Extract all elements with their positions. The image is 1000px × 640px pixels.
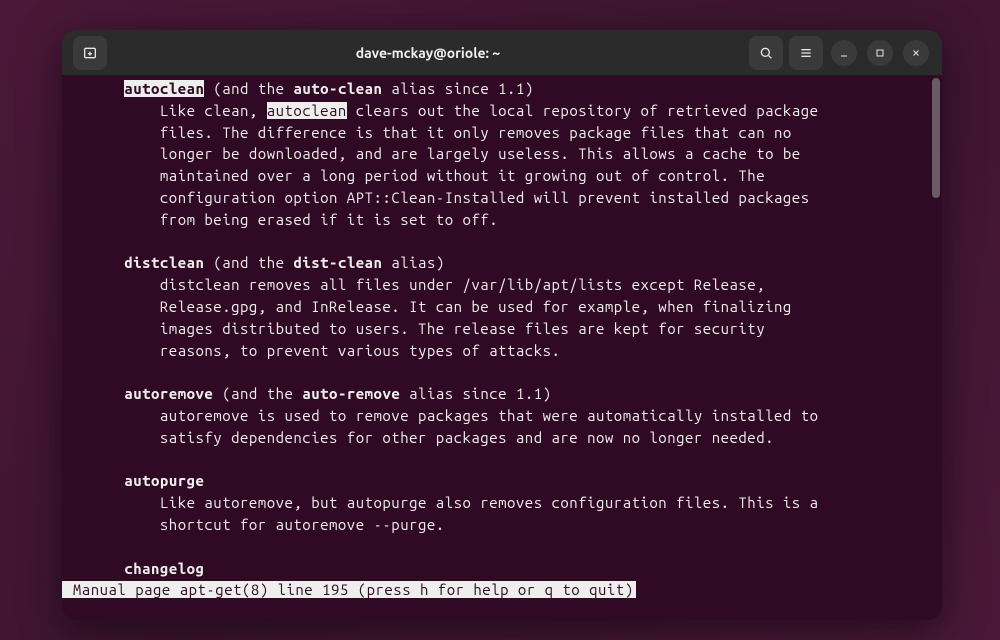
man-page-content: autoclean (and the auto-clean alias sinc… — [62, 78, 936, 601]
text: clears out the local repository of retri… — [347, 102, 819, 119]
text: reasons, to prevent various types of att… — [160, 342, 561, 359]
changelog-command: changelog — [124, 560, 204, 577]
text: images distributed to users. The release… — [160, 320, 765, 337]
maximize-button[interactable] — [867, 40, 893, 66]
indent — [62, 124, 160, 141]
text: (and the — [204, 80, 293, 97]
text: Like clean, — [160, 102, 267, 119]
indent — [62, 211, 160, 228]
terminal-window: dave-mckay@oriole: ~ autoclean (and the … — [62, 30, 942, 620]
alias-bold: dist-clean — [293, 254, 382, 271]
text: files. The difference is that it only re… — [160, 124, 792, 141]
indent — [62, 276, 160, 293]
text: alias) — [382, 254, 444, 271]
autopurge-command: autopurge — [124, 472, 204, 489]
indent — [62, 516, 160, 533]
search-button[interactable] — [749, 36, 783, 70]
text: longer be downloaded, and are largely us… — [160, 145, 801, 162]
titlebar-right-group — [746, 36, 934, 70]
text: Like autoremove, but autopurge also remo… — [160, 494, 819, 511]
man-status-line: Manual page apt-get(8) line 195 (press h… — [62, 581, 636, 598]
text: shortcut for autoremove --purge. — [160, 516, 445, 533]
text: Release.gpg, and InRelease. It can be us… — [160, 298, 792, 315]
indent — [62, 145, 160, 162]
text: alias since 1.1) — [382, 80, 533, 97]
alias-bold: auto-clean — [293, 80, 382, 97]
text: from being erased if it is set to off. — [160, 211, 498, 228]
indent — [62, 429, 160, 446]
indent — [62, 167, 160, 184]
indent — [62, 407, 160, 424]
autoclean-inline-hl: autoclean — [267, 102, 347, 119]
text: configuration option APT::Clean-Installe… — [160, 189, 810, 206]
text: distclean removes all files under /var/l… — [160, 276, 765, 293]
indent — [62, 560, 124, 577]
close-button[interactable] — [903, 40, 929, 66]
autoclean-command-hl: autoclean — [124, 80, 204, 97]
minimize-button[interactable] — [831, 40, 857, 66]
text: autoremove is used to remove packages th… — [160, 407, 819, 424]
indent — [62, 472, 124, 489]
text: satisfy dependencies for other packages … — [160, 429, 774, 446]
indent — [62, 320, 160, 337]
text: (and the — [204, 254, 293, 271]
alias-bold: auto-remove — [302, 385, 400, 402]
indent — [62, 189, 160, 206]
titlebar: dave-mckay@oriole: ~ — [62, 30, 942, 76]
window-title: dave-mckay@oriole: ~ — [110, 45, 746, 61]
new-tab-button[interactable] — [73, 36, 107, 70]
text: maintained over a long period without it… — [160, 167, 765, 184]
indent — [62, 342, 160, 359]
autoremove-command: autoremove — [124, 385, 213, 402]
indent — [62, 385, 124, 402]
indent — [62, 254, 124, 271]
distclean-command: distclean — [124, 254, 204, 271]
terminal-viewport[interactable]: autoclean (and the auto-clean alias sinc… — [62, 76, 942, 620]
indent — [62, 102, 160, 119]
indent — [62, 298, 160, 315]
text: (and the — [213, 385, 302, 402]
scrollbar-thumb[interactable] — [932, 78, 940, 198]
menu-button[interactable] — [789, 36, 823, 70]
indent — [62, 80, 124, 97]
indent — [62, 494, 160, 511]
text: alias since 1.1) — [400, 385, 551, 402]
